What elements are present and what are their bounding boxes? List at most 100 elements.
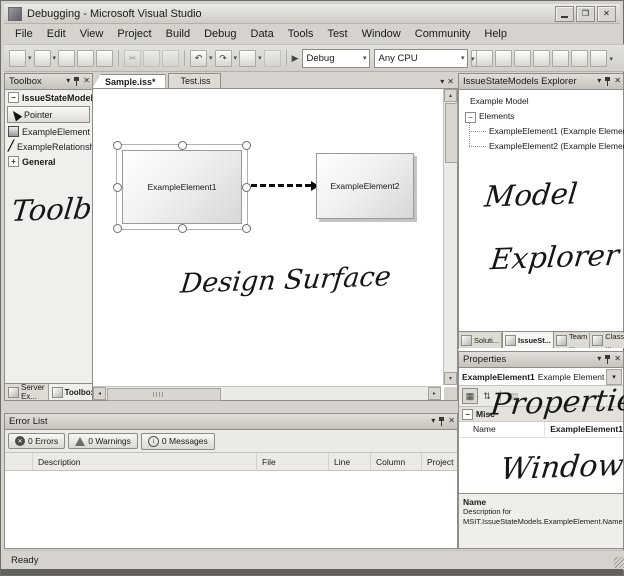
solution-platforms-combo[interactable]: Any CPU ▾ [374,49,468,68]
tab-team-explorer[interactable]: Team ... [554,333,590,348]
resize-grip[interactable] [614,557,624,568]
save-icon[interactable] [77,50,94,67]
tab-sample-iss[interactable]: Sample.iss* [92,74,166,89]
file-column-header[interactable]: File [257,453,329,470]
selection-handle[interactable] [242,141,251,150]
selection-handle[interactable] [242,183,251,192]
tree-node-exampleelement1[interactable]: ExampleElement1 (Example Element) [489,126,624,136]
menu-community[interactable]: Community [408,26,478,42]
solution-configurations-combo[interactable]: Debug ▾ [302,49,370,68]
warnings-filter-button[interactable]: 0 Warnings [68,433,138,449]
design-canvas[interactable]: ExampleElement1 ExampleElement2 Design S… [93,89,441,385]
redo-dropdown-icon[interactable]: ▾ [234,54,238,62]
toolbox-window-icon[interactable] [533,50,550,67]
horizontal-scrollbar[interactable]: ◂ ▸ [93,386,441,400]
open-file-icon[interactable] [58,50,75,67]
icon-column-header[interactable] [5,453,33,470]
scroll-up-icon[interactable]: ▴ [444,89,457,102]
selection-handle[interactable] [113,141,122,150]
cut-icon[interactable]: ✂ [124,50,141,67]
properties-window-icon[interactable] [495,50,512,67]
config-dropdown-icon[interactable]: ▾ [363,54,367,62]
close-button[interactable]: ✕ [597,6,616,22]
platform-dropdown-icon[interactable]: ▾ [461,54,465,62]
collapse-icon[interactable]: − [8,92,19,103]
maximize-button[interactable]: ❒ [576,6,595,22]
auto-hide-pin-icon[interactable] [604,76,611,87]
auto-hide-pin-icon[interactable] [438,416,445,427]
close-icon[interactable]: ✕ [83,75,90,87]
window-position-icon[interactable]: ▾ [431,415,435,427]
error-list-icon[interactable] [552,50,569,67]
window-list-dropdown-icon[interactable]: ▾ [609,55,613,63]
selection-handle[interactable] [113,183,122,192]
menu-file[interactable]: File [8,26,40,42]
tree-node-elements[interactable]: Elements [479,111,514,121]
selection-handle[interactable] [113,224,122,233]
minimize-button[interactable] [555,6,574,22]
navigate-forward-icon[interactable] [264,50,281,67]
add-item-icon[interactable] [34,50,51,67]
scroll-down-icon[interactable]: ▾ [444,372,457,385]
object-browser-icon[interactable] [514,50,531,67]
menu-test[interactable]: Test [320,26,354,42]
vertical-scroll-thumb[interactable] [445,103,458,163]
tree-root[interactable]: Example Model [470,96,529,106]
property-row-name[interactable]: Name ExampleElement1 [459,422,623,438]
menu-edit[interactable]: Edit [40,26,73,42]
undo-dropdown-icon[interactable]: ▾ [209,54,213,62]
new-project-icon[interactable] [9,50,26,67]
tab-solution-explorer[interactable]: Soluti... [459,333,502,348]
window-position-icon[interactable]: ▾ [597,353,601,365]
messages-filter-button[interactable]: i 0 Messages [141,433,215,450]
toolbox-item-pointer[interactable]: Pointer [7,106,90,123]
line-column-header[interactable]: Line [329,453,371,470]
shape-exampleelement1[interactable]: ExampleElement1 [122,150,242,224]
menu-data[interactable]: Data [244,26,281,42]
tab-test-iss[interactable]: Test.iss [168,73,221,89]
toolbar-overflow-icon[interactable]: ▾ [471,55,475,63]
relationship-connector[interactable] [251,184,311,187]
tree-node-exampleelement2[interactable]: ExampleElement2 (Example Element) [489,141,624,151]
menu-help[interactable]: Help [477,26,514,42]
menu-build[interactable]: Build [159,26,197,42]
toolbox-group-general[interactable]: + General [5,154,92,169]
auto-hide-pin-icon[interactable] [73,76,80,87]
toolbox-item-exampleelement[interactable]: ExampleElement [5,124,92,139]
close-icon[interactable]: ✕ [448,415,455,427]
shape-exampleelement2[interactable]: ExampleElement2 [316,153,414,219]
collapse-icon[interactable]: − [465,112,476,123]
close-icon[interactable]: ✕ [614,353,621,365]
column-column-header[interactable]: Column [371,453,422,470]
menu-project[interactable]: Project [110,26,158,42]
property-value-cell[interactable]: ExampleElement1 [545,422,623,437]
horizontal-scroll-thumb[interactable] [107,388,221,401]
redo-icon[interactable]: ↷ [215,50,232,67]
immediate-window-icon[interactable] [590,50,607,67]
menu-tools[interactable]: Tools [281,26,321,42]
save-all-icon[interactable] [96,50,113,67]
description-column-header[interactable]: Description [33,453,257,470]
categorized-icon[interactable]: ▦ [462,388,478,404]
toolbox-item-examplerelationship[interactable]: ╱ ExampleRelationship [5,139,92,154]
scroll-right-icon[interactable]: ▸ [428,387,441,400]
scroll-left-icon[interactable]: ◂ [93,387,106,400]
errors-filter-button[interactable]: ✕ 0 Errors [8,433,65,449]
new-project-dropdown-icon[interactable]: ▾ [28,54,32,62]
tab-server-explorer[interactable]: Server Ex... [5,384,49,400]
toolbox-group-issuestatemodels[interactable]: − IssueStateModels [5,90,92,105]
menu-view[interactable]: View [73,26,111,42]
menu-debug[interactable]: Debug [197,26,243,42]
project-column-header[interactable]: Project [422,453,457,470]
expand-icon[interactable]: + [8,156,19,167]
vertical-scrollbar[interactable]: ▴ ▾ [443,89,457,385]
selection-handle[interactable] [178,224,187,233]
file-list-dropdown-icon[interactable]: ▾ [440,76,444,88]
close-document-icon[interactable]: ✕ [447,76,454,88]
auto-hide-pin-icon[interactable] [604,354,611,365]
paste-icon[interactable] [162,50,179,67]
command-window-icon[interactable] [571,50,588,67]
window-position-icon[interactable]: ▾ [597,75,601,87]
navigate-dropdown-icon[interactable]: ▾ [258,54,262,62]
selection-handle[interactable] [178,141,187,150]
